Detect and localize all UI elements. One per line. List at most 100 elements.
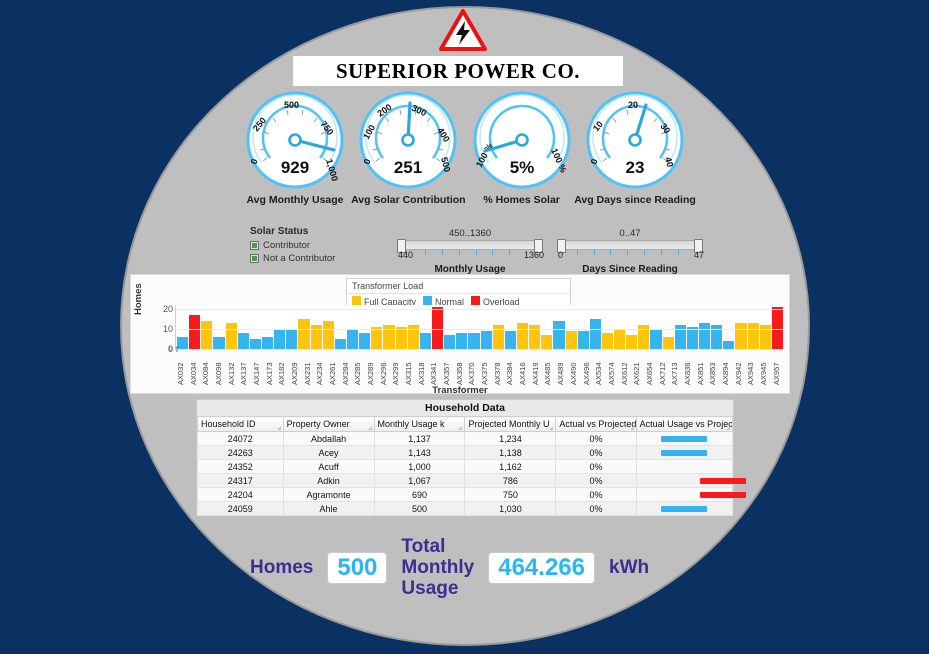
- column-header[interactable]: Projected Monthly U: [464, 416, 557, 432]
- x-tick-label: AX341: [429, 362, 439, 385]
- table-row[interactable]: 24352 Acuff 1,000 1,162 0%: [197, 459, 734, 474]
- x-tick-label: AX084: [201, 362, 211, 385]
- chart-bar[interactable]: [735, 323, 747, 349]
- chart-bar[interactable]: [699, 323, 711, 349]
- table-row[interactable]: 24204 Agramonte 690 750 0%: [197, 487, 746, 502]
- solar-status-option-contributor[interactable]: Contributor: [250, 240, 335, 251]
- table-row[interactable]: 24263 Acey 1,143 1,138 0%: [197, 445, 734, 460]
- gauge-avg-monthly-usage: 0 250 500 750 1,000 929 Avg Monthly Usag…: [240, 88, 350, 206]
- x-tick-label: AX034: [188, 362, 198, 385]
- chart-bar[interactable]: [723, 341, 735, 349]
- sort-handle-icon[interactable]: [458, 426, 463, 430]
- chart-bar[interactable]: [189, 315, 201, 349]
- table-cell: Ahle: [282, 501, 375, 516]
- chart-bar[interactable]: [213, 337, 225, 349]
- column-header[interactable]: Household ID: [197, 416, 284, 432]
- column-header[interactable]: Monthly Usage k: [373, 416, 466, 432]
- gauge-pct-homes-solar: 100 % 100 % 5% % Homes Solar: [467, 88, 577, 206]
- sort-handle-icon[interactable]: [276, 426, 281, 430]
- chart-bar[interactable]: [577, 331, 589, 349]
- chart-bar[interactable]: [771, 307, 784, 349]
- chart-bar[interactable]: [359, 333, 371, 349]
- chart-bar[interactable]: [686, 327, 699, 349]
- chart-bar[interactable]: [541, 335, 553, 349]
- chart-bar[interactable]: [747, 323, 759, 349]
- chart-bar[interactable]: [201, 321, 213, 349]
- gauge-avg-solar-contribution: 0 100 200 300 400 500 251 Avg Solar Cont…: [351, 88, 466, 206]
- chart-bar[interactable]: [298, 319, 310, 349]
- table-row[interactable]: 24059 Ahle 500 1,030 0%: [197, 501, 734, 516]
- slider-endpoints: 440 1360: [398, 250, 544, 267]
- table-cell: 0%: [555, 501, 637, 516]
- gauge-avg-days-since-reading: 0 10 20 30 40 23 Avg Days since Reading: [574, 88, 696, 206]
- chart-bar[interactable]: [249, 339, 261, 349]
- chart-bar[interactable]: [614, 329, 626, 349]
- chart-bar[interactable]: [650, 329, 662, 349]
- table-row[interactable]: 24072 Abdallah 1,137 1,234 0%: [197, 431, 734, 446]
- chart-bars: [177, 305, 784, 349]
- chart-bar[interactable]: [626, 335, 638, 349]
- x-tick-label: AX574: [606, 362, 616, 385]
- chart-y-axis-label: Homes: [133, 283, 144, 315]
- grid-line: [176, 309, 783, 310]
- chart-bar[interactable]: [516, 323, 529, 349]
- chart-bar[interactable]: [395, 327, 407, 349]
- chart-bar[interactable]: [468, 333, 480, 349]
- table-title: Household Data: [197, 400, 733, 416]
- sort-handle-icon[interactable]: [367, 426, 372, 430]
- slider-track[interactable]: [557, 239, 703, 253]
- x-tick-label: AX375: [480, 362, 490, 385]
- chart-bar[interactable]: [662, 337, 674, 349]
- slider-selected-range: 450..1360: [448, 228, 492, 239]
- sort-handle-icon[interactable]: [726, 426, 730, 430]
- chart-bar[interactable]: [565, 331, 577, 349]
- databar-cell: [635, 445, 734, 460]
- chart-bar[interactable]: [225, 323, 237, 349]
- table-header-row: Household ID Property Owner Monthly Usage …: [197, 416, 734, 432]
- table-row[interactable]: 24317 Adkin 1,067 786 0%: [197, 473, 746, 488]
- grid-line: [176, 349, 783, 350]
- chart-bar[interactable]: [431, 307, 444, 349]
- sort-handle-icon[interactable]: [549, 426, 554, 430]
- chart-bar[interactable]: [261, 337, 274, 349]
- page-title: SUPERIOR POWER CO.: [293, 56, 623, 86]
- chart-bar[interactable]: [419, 333, 431, 349]
- chart-bar[interactable]: [346, 329, 359, 349]
- x-tick-label: AX836: [682, 362, 692, 385]
- chart-bar[interactable]: [274, 329, 286, 349]
- chart-bar[interactable]: [286, 329, 298, 349]
- table-cell: 0%: [555, 473, 637, 488]
- table-cell: 1,137: [373, 431, 466, 446]
- transformer-load-chart[interactable]: Transformer Load Full Capacity Normal Ov…: [130, 274, 790, 396]
- chart-bar[interactable]: [601, 333, 614, 349]
- chart-bar[interactable]: [371, 327, 383, 349]
- chart-bar[interactable]: [237, 333, 249, 349]
- solar-status-slicer[interactable]: Solar Status Contributor Not a Contribut…: [250, 226, 335, 266]
- chart-bar[interactable]: [334, 339, 346, 349]
- table-cell: 24072: [197, 431, 284, 446]
- household-data-table[interactable]: Household Data Household ID Property Owne…: [196, 399, 746, 516]
- chart-bar[interactable]: [480, 331, 492, 349]
- checkbox-icon[interactable]: [250, 254, 259, 263]
- gauge-value: 929: [281, 158, 309, 177]
- days-since-reading-slider[interactable]: 0..47 0 47 Days Since Reading: [557, 228, 704, 275]
- column-header[interactable]: Property Owner: [282, 416, 375, 432]
- table-cell: 24059: [197, 501, 284, 516]
- solar-status-option-not-a-contributor[interactable]: Not a Contributor: [250, 253, 335, 264]
- filter-bar: Solar Status Contributor Not a Contribut…: [240, 226, 704, 275]
- table-cell: 0%: [555, 445, 637, 460]
- chart-bar[interactable]: [504, 331, 516, 349]
- chart-bar[interactable]: [322, 321, 334, 349]
- chart-bar[interactable]: [589, 319, 601, 349]
- x-tick-label: AX957: [771, 362, 781, 385]
- chart-bar[interactable]: [456, 333, 468, 349]
- slider-track[interactable]: [397, 239, 543, 253]
- monthly-usage-slider[interactable]: 450..1360 440 1360 Monthly Usage: [397, 228, 544, 275]
- column-header[interactable]: Actual Usage vs Projected: [635, 416, 734, 432]
- sort-handle-icon[interactable]: [629, 426, 634, 430]
- x-tick-label: AX621: [632, 362, 642, 385]
- chart-bar[interactable]: [444, 335, 456, 349]
- column-header[interactable]: Actual vs Projected: [555, 416, 637, 432]
- chart-bar[interactable]: [553, 321, 565, 349]
- checkbox-icon[interactable]: [250, 241, 259, 250]
